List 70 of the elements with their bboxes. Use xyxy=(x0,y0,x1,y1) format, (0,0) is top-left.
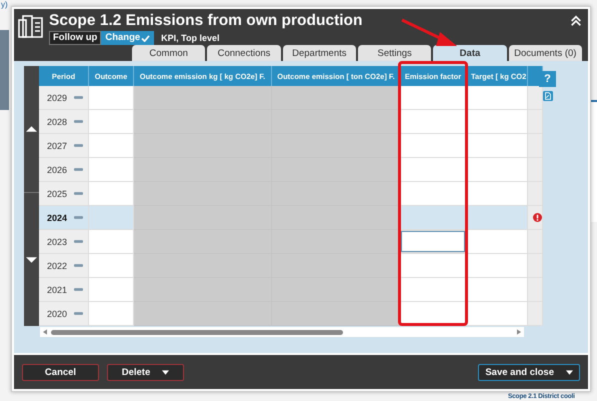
table-cell[interactable] xyxy=(89,230,134,254)
period-label: 2023 xyxy=(47,236,68,246)
table-cell[interactable] xyxy=(466,86,528,110)
period-label: 2025 xyxy=(47,188,68,198)
table-cell[interactable] xyxy=(89,182,134,206)
period-label: 2027 xyxy=(47,140,68,150)
period-label: 2022 xyxy=(47,260,68,270)
tab[interactable]: Documents (0) xyxy=(508,45,582,61)
minus-icon[interactable] xyxy=(74,288,83,291)
follow-up-button[interactable]: Follow up xyxy=(49,31,102,45)
table-cell[interactable] xyxy=(466,182,528,206)
table-cell[interactable] xyxy=(466,158,528,182)
minus-icon[interactable] xyxy=(74,120,83,123)
error-icon xyxy=(533,212,542,223)
table-cell[interactable] xyxy=(466,230,528,254)
table-cell[interactable] xyxy=(466,278,528,302)
table-cell[interactable] xyxy=(89,278,134,302)
tab[interactable]: Common xyxy=(132,45,206,61)
export-icon[interactable] xyxy=(542,91,552,101)
up-triangle-icon[interactable] xyxy=(26,126,37,132)
period-label: 2028 xyxy=(47,116,68,126)
caret-icon xyxy=(162,370,170,374)
table-cell[interactable] xyxy=(89,86,134,110)
caret-icon xyxy=(566,370,573,374)
minus-icon[interactable] xyxy=(74,168,83,171)
scrollbar-thumb[interactable] xyxy=(51,330,343,334)
right-arrow-icon[interactable] xyxy=(517,329,521,335)
period-label: 2029 xyxy=(47,92,68,102)
tab[interactable]: Connections xyxy=(207,45,281,61)
down-triangle-icon[interactable] xyxy=(26,256,37,262)
minus-icon[interactable] xyxy=(74,240,83,243)
check-icon xyxy=(141,34,150,42)
footer-button[interactable]: Cancel xyxy=(22,364,99,380)
minus-icon[interactable] xyxy=(74,192,83,195)
table-cell[interactable] xyxy=(466,134,528,158)
left-arrow-icon[interactable] xyxy=(43,329,47,335)
minus-icon[interactable] xyxy=(74,96,83,99)
footer-button[interactable]: Delete xyxy=(107,364,184,380)
table-cell[interactable] xyxy=(401,206,466,230)
link-text[interactable]: y) xyxy=(1,0,8,10)
table-cell[interactable] xyxy=(89,158,134,182)
help-button[interactable]: ? xyxy=(539,71,556,87)
minus-icon[interactable] xyxy=(74,216,83,219)
save-button[interactable]: Save and close xyxy=(478,364,580,380)
horizontal-scrollbar[interactable] xyxy=(40,327,524,337)
table-cell[interactable] xyxy=(466,206,528,230)
input-field[interactable] xyxy=(401,230,466,254)
period-label: 2024 xyxy=(47,212,68,222)
tab[interactable]: Departments xyxy=(282,45,356,61)
window-title: Scope 1.2 Emissions from own production xyxy=(49,11,364,31)
minus-icon[interactable] xyxy=(74,144,83,147)
table-cell[interactable] xyxy=(89,254,134,278)
table-cell[interactable] xyxy=(466,110,528,134)
table-cell[interactable] xyxy=(89,302,134,326)
period-label: 2026 xyxy=(47,164,68,174)
table-cell[interactable] xyxy=(89,134,134,158)
chart-document-icon xyxy=(18,13,44,39)
collapse-icon[interactable] xyxy=(570,15,582,27)
subtitle: KPI, Top level xyxy=(161,33,220,43)
change-button[interactable]: Change xyxy=(101,31,154,45)
minus-icon[interactable] xyxy=(74,312,83,315)
table-cell[interactable] xyxy=(89,206,134,230)
table-cell[interactable] xyxy=(89,110,134,134)
table-cell[interactable] xyxy=(466,302,528,326)
minus-icon[interactable] xyxy=(74,264,83,267)
table-cell[interactable] xyxy=(466,254,528,278)
tab[interactable]: Settings xyxy=(358,45,432,61)
period-label: 2021 xyxy=(47,284,68,294)
tab[interactable]: Data xyxy=(433,45,507,61)
period-label: 2020 xyxy=(47,308,68,318)
